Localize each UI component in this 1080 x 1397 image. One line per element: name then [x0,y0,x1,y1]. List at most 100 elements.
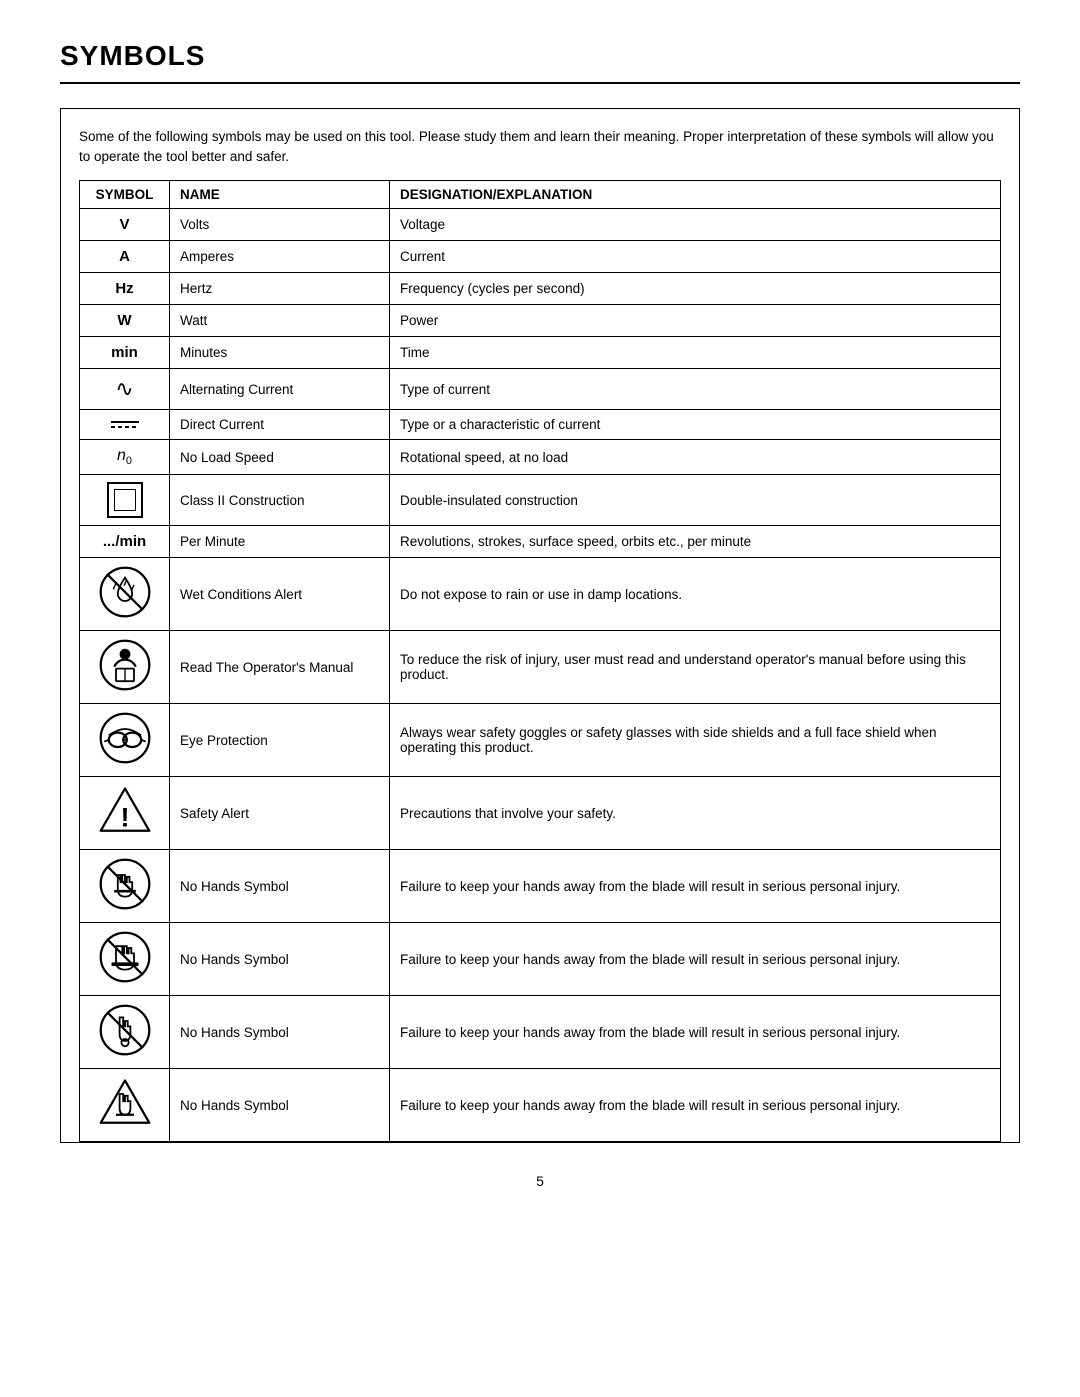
name-cell: Direct Current [170,410,390,440]
symbol-cell: min [80,337,170,369]
symbol-cell [80,923,170,996]
name-cell: No Load Speed [170,440,390,475]
explanation-cell: Time [390,337,1001,369]
name-cell: Hertz [170,273,390,305]
nohands1-icon [98,857,152,911]
symbol-cell [80,704,170,777]
page-number: 5 [60,1173,1020,1189]
explanation-cell: Always wear safety goggles or safety gla… [390,704,1001,777]
nohands4-icon [98,1076,152,1130]
explanation-cell: Type of current [390,369,1001,410]
table-row: ∿ Alternating CurrentType of current [80,369,1001,410]
name-cell: Volts [170,209,390,241]
table-row: .../min Per MinuteRevolutions, strokes, s… [80,526,1001,558]
name-cell: No Hands Symbol [170,850,390,923]
explanation-cell: Revolutions, strokes, surface speed, orb… [390,526,1001,558]
nohands3-icon [98,1003,152,1057]
explanation-cell: Current [390,241,1001,273]
table-row: ! Safety AlertPrecautions that involve y… [80,777,1001,850]
explanation-cell: Power [390,305,1001,337]
name-cell: No Hands Symbol [170,996,390,1069]
name-cell: Wet Conditions Alert [170,558,390,631]
text-symbol: Hz [115,280,133,297]
wet-icon [98,565,152,619]
symbol-cell [80,1069,170,1142]
symbol-cell: W [80,305,170,337]
name-cell: Safety Alert [170,777,390,850]
symbol-cell: ! [80,777,170,850]
name-cell: Minutes [170,337,390,369]
explanation-cell: Double-insulated construction [390,475,1001,526]
page-title: SYMBOLS [60,40,1020,72]
text-symbol: V [119,216,129,233]
explanation-cell: Failure to keep your hands away from the… [390,996,1001,1069]
text-symbol: A [119,248,130,265]
symbol-cell: Hz [80,273,170,305]
symbol-cell [80,996,170,1069]
symbol-cell [80,558,170,631]
manual-icon [98,638,152,692]
table-row: min MinutesTime [80,337,1001,369]
nohands2-icon [98,930,152,984]
name-cell: Alternating Current [170,369,390,410]
explanation-cell: Type or a characteristic of current [390,410,1001,440]
table-row: Read The Operator's ManualTo reduce the … [80,631,1001,704]
explanation-cell: Precautions that involve your safety. [390,777,1001,850]
intro-text: Some of the following symbols may be use… [79,127,1001,166]
col-name: NAME [170,181,390,209]
name-cell: Per Minute [170,526,390,558]
table-row: Class II ConstructionDouble-insulated co… [80,475,1001,526]
dc-symbol [105,421,145,428]
table-row: A AmperesCurrent [80,241,1001,273]
text-symbol: min [111,344,138,361]
name-cell: Eye Protection [170,704,390,777]
class2-symbol [107,482,143,518]
n0-symbol: n0 [117,447,132,464]
symbol-cell [80,631,170,704]
explanation-cell: Failure to keep your hands away from the… [390,850,1001,923]
explanation-cell: Failure to keep your hands away from the… [390,1069,1001,1142]
table-row: n0 No Load SpeedRotational speed, at no l… [80,440,1001,475]
table-row: Direct CurrentType or a characteristic o… [80,410,1001,440]
svg-text:!: ! [120,803,129,833]
explanation-cell: Do not expose to rain or use in damp loc… [390,558,1001,631]
table-row: No Hands SymbolFailure to keep your hand… [80,923,1001,996]
name-cell: Class II Construction [170,475,390,526]
symbols-table: SYMBOL NAME DESIGNATION/EXPLANATION V Vol… [79,180,1001,1142]
table-row: Hz HertzFrequency (cycles per second) [80,273,1001,305]
ac-symbol: ∿ [115,376,133,401]
name-cell: Watt [170,305,390,337]
text-symbol: .../min [103,533,146,550]
explanation-cell: Voltage [390,209,1001,241]
eye-icon [98,711,152,765]
explanation-cell: Frequency (cycles per second) [390,273,1001,305]
symbol-cell: n0 [80,440,170,475]
text-symbol: W [117,312,131,329]
symbol-cell: V [80,209,170,241]
table-row: W WattPower [80,305,1001,337]
symbol-cell [80,850,170,923]
symbol-cell: ∿ [80,369,170,410]
explanation-cell: Rotational speed, at no load [390,440,1001,475]
title-divider [60,82,1020,84]
table-row: Wet Conditions AlertDo not expose to rai… [80,558,1001,631]
table-row: No Hands SymbolFailure to keep your hand… [80,996,1001,1069]
name-cell: Amperes [170,241,390,273]
content-box: Some of the following symbols may be use… [60,108,1020,1143]
explanation-cell: To reduce the risk of injury, user must … [390,631,1001,704]
name-cell: No Hands Symbol [170,923,390,996]
symbol-cell: .../min [80,526,170,558]
symbol-cell: A [80,241,170,273]
table-row: No Hands SymbolFailure to keep your hand… [80,1069,1001,1142]
symbol-cell [80,475,170,526]
table-row: V VoltsVoltage [80,209,1001,241]
col-symbol: SYMBOL [80,181,170,209]
name-cell: Read The Operator's Manual [170,631,390,704]
table-row: Eye ProtectionAlways wear safety goggles… [80,704,1001,777]
table-row: No Hands SymbolFailure to keep your hand… [80,850,1001,923]
symbol-cell [80,410,170,440]
col-explanation: DESIGNATION/EXPLANATION [390,181,1001,209]
safety-alert-icon: ! [98,784,152,838]
name-cell: No Hands Symbol [170,1069,390,1142]
explanation-cell: Failure to keep your hands away from the… [390,923,1001,996]
